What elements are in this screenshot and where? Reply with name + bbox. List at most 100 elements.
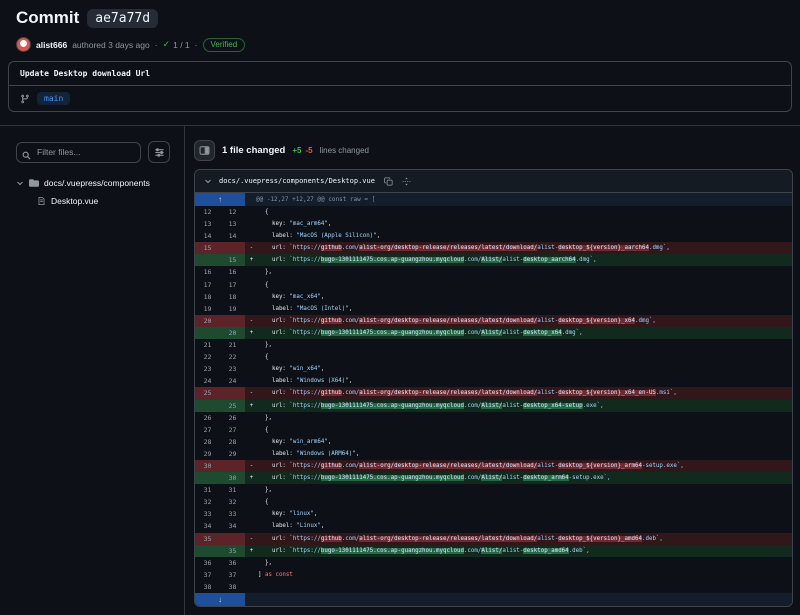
old-line-number[interactable]: 33 bbox=[195, 508, 220, 520]
new-line-number[interactable] bbox=[220, 533, 245, 545]
new-line-number[interactable]: 27 bbox=[220, 424, 245, 436]
verified-badge[interactable]: Verified bbox=[203, 38, 246, 52]
new-line-number[interactable]: 24 bbox=[220, 375, 245, 387]
new-line-number[interactable]: 38 bbox=[220, 581, 245, 593]
code-line: key: "mac_arm64", bbox=[258, 218, 331, 230]
expand-up-button[interactable]: ↑ bbox=[195, 193, 245, 206]
branch-badge[interactable]: main bbox=[37, 92, 70, 105]
diff-marker bbox=[245, 484, 258, 496]
old-line-number[interactable]: 19 bbox=[195, 303, 220, 315]
new-line-number[interactable]: 18 bbox=[220, 291, 245, 303]
old-line-number[interactable]: 38 bbox=[195, 581, 220, 593]
new-line-number[interactable]: 15 bbox=[220, 254, 245, 266]
new-line-number[interactable]: 33 bbox=[220, 508, 245, 520]
diff-row-add: 30+ url: `https://bugo-1301111475.cos.ap… bbox=[195, 472, 792, 484]
old-line-number[interactable]: 14 bbox=[195, 230, 220, 242]
old-line-number[interactable]: 27 bbox=[195, 424, 220, 436]
check-icon: ✓ bbox=[163, 39, 171, 50]
diff-marker: + bbox=[245, 327, 258, 339]
diff-file-name[interactable]: docs/.vuepress/components/Desktop.vue bbox=[219, 177, 375, 185]
old-line-number[interactable]: 17 bbox=[195, 279, 220, 291]
old-line-number[interactable]: 15 bbox=[195, 242, 220, 254]
old-line-number[interactable]: 20 bbox=[195, 315, 220, 327]
new-line-number[interactable]: 26 bbox=[220, 412, 245, 424]
old-line-number[interactable]: 26 bbox=[195, 412, 220, 424]
hunk-header-text: @@ -12,27 +12,27 @@ const raw = [ bbox=[245, 193, 375, 206]
checks-status[interactable]: ✓ 1 / 1 bbox=[163, 39, 190, 50]
tree-folder-row[interactable]: docs/.vuepress/components bbox=[16, 174, 170, 192]
toggle-file-tree-button[interactable] bbox=[194, 140, 215, 161]
filter-files-input[interactable] bbox=[16, 142, 141, 163]
new-line-number[interactable]: 17 bbox=[220, 279, 245, 291]
code-line: url: `https://github.com/alist-org/deskt… bbox=[258, 315, 656, 327]
new-line-number[interactable] bbox=[220, 387, 245, 399]
new-line-number[interactable]: 29 bbox=[220, 448, 245, 460]
new-line-number[interactable]: 23 bbox=[220, 363, 245, 375]
code-line: }, bbox=[258, 557, 272, 569]
diff-row-ctx: 3333 key: "linux", bbox=[195, 508, 792, 520]
expand-down-button[interactable]: ↓ bbox=[195, 593, 245, 606]
new-line-number[interactable]: 34 bbox=[220, 520, 245, 532]
new-line-number[interactable]: 30 bbox=[220, 472, 245, 484]
diff-row-add: 35+ url: `https://bugo-1301111475.cos.ap… bbox=[195, 545, 792, 557]
new-line-number[interactable]: 25 bbox=[220, 400, 245, 412]
new-line-number[interactable] bbox=[220, 242, 245, 254]
old-line-number[interactable]: 31 bbox=[195, 484, 220, 496]
old-line-number[interactable] bbox=[195, 472, 220, 484]
diff-file-header: docs/.vuepress/components/Desktop.vue bbox=[195, 170, 792, 193]
old-line-number[interactable]: 37 bbox=[195, 569, 220, 581]
diff-row-hunk: ↑@@ -12,27 +12,27 @@ const raw = [ bbox=[195, 193, 792, 206]
old-line-number[interactable]: 32 bbox=[195, 496, 220, 508]
old-line-number[interactable]: 36 bbox=[195, 557, 220, 569]
new-line-number[interactable]: 21 bbox=[220, 339, 245, 351]
old-line-number[interactable] bbox=[195, 545, 220, 557]
avatar[interactable] bbox=[16, 37, 31, 52]
new-line-number[interactable]: 32 bbox=[220, 496, 245, 508]
tree-file-row[interactable]: Desktop.vue bbox=[16, 192, 170, 210]
code-line: url: `https://bugo-1301111475.cos.ap-gua… bbox=[258, 400, 604, 412]
old-line-number[interactable]: 13 bbox=[195, 218, 220, 230]
old-line-number[interactable]: 35 bbox=[195, 533, 220, 545]
code-line: key: "mac_x64", bbox=[258, 291, 324, 303]
author-link[interactable]: alist666 bbox=[36, 40, 67, 50]
diff-row-ctx: 3434 label: "Linux", bbox=[195, 520, 792, 532]
old-line-number[interactable]: 23 bbox=[195, 363, 220, 375]
old-line-number[interactable]: 18 bbox=[195, 291, 220, 303]
new-line-number[interactable]: 28 bbox=[220, 436, 245, 448]
diff-row-ctx: 2929 label: "Windows (ARM64)", bbox=[195, 448, 792, 460]
old-line-number[interactable]: 22 bbox=[195, 351, 220, 363]
old-line-number[interactable]: 25 bbox=[195, 387, 220, 399]
new-line-number[interactable]: 20 bbox=[220, 327, 245, 339]
old-line-number[interactable]: 12 bbox=[195, 206, 220, 218]
new-line-number[interactable] bbox=[220, 315, 245, 327]
diff-marker bbox=[245, 412, 258, 424]
new-line-number[interactable]: 12 bbox=[220, 206, 245, 218]
new-line-number[interactable]: 13 bbox=[220, 218, 245, 230]
new-line-number[interactable]: 14 bbox=[220, 230, 245, 242]
new-line-number[interactable]: 22 bbox=[220, 351, 245, 363]
old-line-number[interactable] bbox=[195, 254, 220, 266]
new-line-number[interactable]: 35 bbox=[220, 545, 245, 557]
expand-all-icon[interactable] bbox=[402, 177, 411, 186]
old-line-number[interactable]: 16 bbox=[195, 266, 220, 278]
diff-row-del: 20- url: `https://github.com/alist-org/d… bbox=[195, 315, 792, 327]
collapse-file-chevron-icon[interactable] bbox=[204, 177, 212, 185]
new-line-number[interactable]: 16 bbox=[220, 266, 245, 278]
copy-path-icon[interactable] bbox=[384, 177, 393, 186]
old-line-number[interactable]: 28 bbox=[195, 436, 220, 448]
old-line-number[interactable]: 29 bbox=[195, 448, 220, 460]
old-line-number[interactable]: 24 bbox=[195, 375, 220, 387]
old-line-number[interactable] bbox=[195, 400, 220, 412]
new-line-number[interactable] bbox=[220, 460, 245, 472]
sliders-icon bbox=[154, 147, 165, 158]
old-line-number[interactable]: 21 bbox=[195, 339, 220, 351]
old-line-number[interactable] bbox=[195, 327, 220, 339]
new-line-number[interactable]: 37 bbox=[220, 569, 245, 581]
old-line-number[interactable]: 34 bbox=[195, 520, 220, 532]
tree-options-button[interactable] bbox=[148, 141, 170, 163]
diff-marker: + bbox=[245, 545, 258, 557]
new-line-number[interactable]: 31 bbox=[220, 484, 245, 496]
old-line-number[interactable]: 30 bbox=[195, 460, 220, 472]
new-line-number[interactable]: 36 bbox=[220, 557, 245, 569]
new-line-number[interactable]: 19 bbox=[220, 303, 245, 315]
